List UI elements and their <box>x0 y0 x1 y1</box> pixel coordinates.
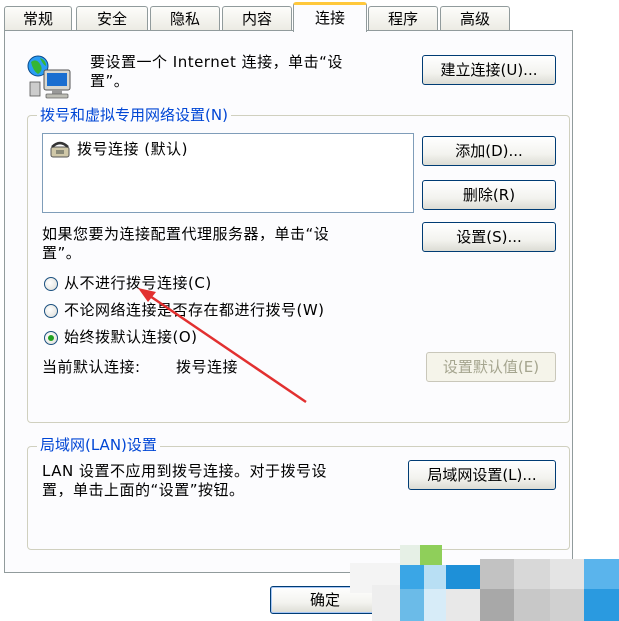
current-default-label: 当前默认连接: <box>42 358 141 376</box>
dialup-connection-list[interactable]: 拨号连接 (默认) <box>42 133 414 213</box>
set-default-button[interactable]: 设置默认值(E) <box>426 352 556 382</box>
lan-settings-button[interactable]: 局域网设置(L)... <box>408 460 556 490</box>
settings-button[interactable]: 设置(S)... <box>422 222 556 252</box>
setup-text-line1: 要设置一个 Internet 连接，单击“设 <box>90 53 343 71</box>
lan-legend: 局域网(LAN)设置 <box>37 436 160 454</box>
tab-strip: 常规 安全 隐私 内容 连接 程序 高级 <box>0 0 619 32</box>
tab-privacy[interactable]: 隐私 <box>150 6 220 30</box>
list-item-label: 拨号连接 (默认) <box>77 140 188 158</box>
dialup-vpn-legend: 拨号和虚拟专用网络设置(N) <box>37 106 231 124</box>
radio-always-dial-default[interactable] <box>44 331 58 345</box>
lan-text-line2: 置，单击上面的“设置”按钮。 <box>42 481 245 499</box>
red-annotation-arrow <box>138 288 307 404</box>
tab-programs[interactable]: 程序 <box>368 6 438 30</box>
add-button[interactable]: 添加(D)... <box>422 136 556 166</box>
pixelated-watermark <box>350 545 619 621</box>
lan-text-line1: LAN 设置不应用到拨号连接。对于拨号设 <box>42 462 327 480</box>
setup-connection-button[interactable]: 建立连接(U)... <box>422 55 556 85</box>
radio-never-dial[interactable] <box>44 277 58 291</box>
tab-connections[interactable]: 连接 <box>293 2 367 32</box>
radio-dial-whenever[interactable] <box>44 304 58 318</box>
phone-connection-icon <box>49 139 71 159</box>
proxy-text-line2: 置”。 <box>42 244 82 262</box>
tab-content[interactable]: 内容 <box>222 6 292 30</box>
remove-button[interactable]: 删除(R) <box>422 180 556 210</box>
network-computer-icon <box>26 52 74 100</box>
proxy-text-line1: 如果您要为连接配置代理服务器，单击“设 <box>42 225 330 243</box>
tab-advanced[interactable]: 高级 <box>440 6 510 30</box>
setup-text-line2: 置”。 <box>90 72 130 90</box>
tab-security[interactable]: 安全 <box>76 6 148 30</box>
tab-general[interactable]: 常规 <box>4 6 72 30</box>
radio-selected-dot <box>48 335 54 341</box>
list-item[interactable]: 拨号连接 (默认) <box>49 138 249 162</box>
